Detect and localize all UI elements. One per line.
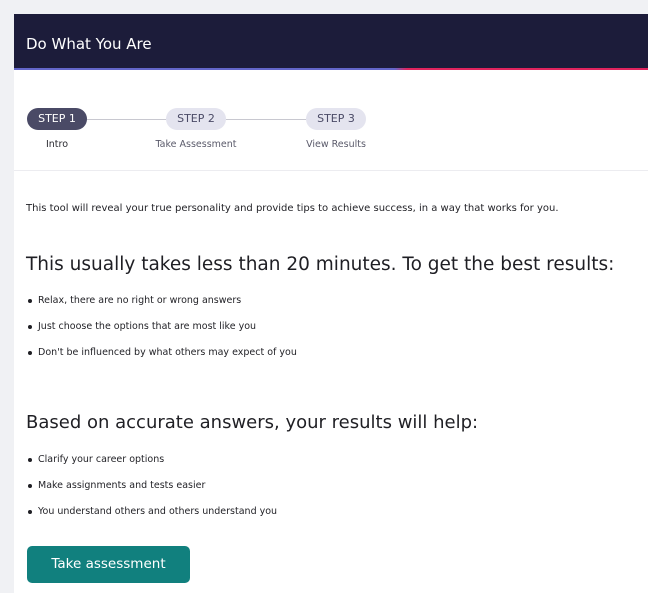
tip-text: Relax, there are no right or wrong answe…: [38, 295, 242, 306]
benefit-text: You understand others and others underst…: [38, 506, 278, 517]
step-1-pill[interactable]: STEP 1: [27, 108, 87, 130]
step-3-label: View Results: [306, 139, 366, 150]
bullet-icon: [28, 510, 32, 514]
page: Do What You Are STEP 1 STEP 2 STEP 3 Int…: [0, 0, 648, 593]
bullet-icon: [28, 458, 32, 462]
list-item: Relax, there are no right or wrong answe…: [26, 294, 297, 320]
benefit-text: Make assignments and tests easier: [38, 480, 206, 491]
step-2-pill[interactable]: STEP 2: [166, 108, 226, 130]
list-item: Make assignments and tests easier: [26, 479, 277, 505]
benefit-text: Clarify your career options: [38, 454, 165, 465]
bullet-icon: [28, 299, 32, 303]
app-title: Do What You Are: [26, 35, 152, 53]
list-item: Just choose the options that are most li…: [26, 320, 297, 346]
tips-list: Relax, there are no right or wrong answe…: [26, 294, 297, 372]
section-divider: [14, 170, 648, 171]
step-1-label: Intro: [45, 139, 69, 150]
tip-text: Just choose the options that are most li…: [38, 321, 257, 332]
bullet-icon: [28, 484, 32, 488]
list-item: You understand others and others underst…: [26, 505, 277, 531]
results-help-heading: Based on accurate answers, your results …: [26, 412, 479, 433]
benefits-list: Clarify your career options Make assignm…: [26, 453, 277, 531]
bullet-icon: [28, 325, 32, 329]
list-item: Clarify your career options: [26, 453, 277, 479]
best-results-heading: This usually takes less than 20 minutes.…: [26, 254, 615, 275]
tip-text: Don't be influenced by what others may e…: [38, 347, 297, 358]
assessment-card: Do What You Are STEP 1 STEP 2 STEP 3 Int…: [14, 14, 648, 593]
stepper: STEP 1 STEP 2 STEP 3 Intro Take Assessme…: [14, 70, 648, 166]
step-3-pill[interactable]: STEP 3: [306, 108, 366, 130]
step-2-label: Take Assessment: [155, 139, 237, 150]
intro-text: This tool will reveal your true personal…: [26, 203, 559, 214]
step-connector-2: [226, 119, 306, 120]
app-header: Do What You Are: [14, 14, 648, 70]
step-connector-1: [86, 119, 166, 120]
bullet-icon: [28, 351, 32, 355]
take-assessment-button[interactable]: Take assessment: [27, 546, 190, 583]
list-item: Don't be influenced by what others may e…: [26, 346, 297, 372]
